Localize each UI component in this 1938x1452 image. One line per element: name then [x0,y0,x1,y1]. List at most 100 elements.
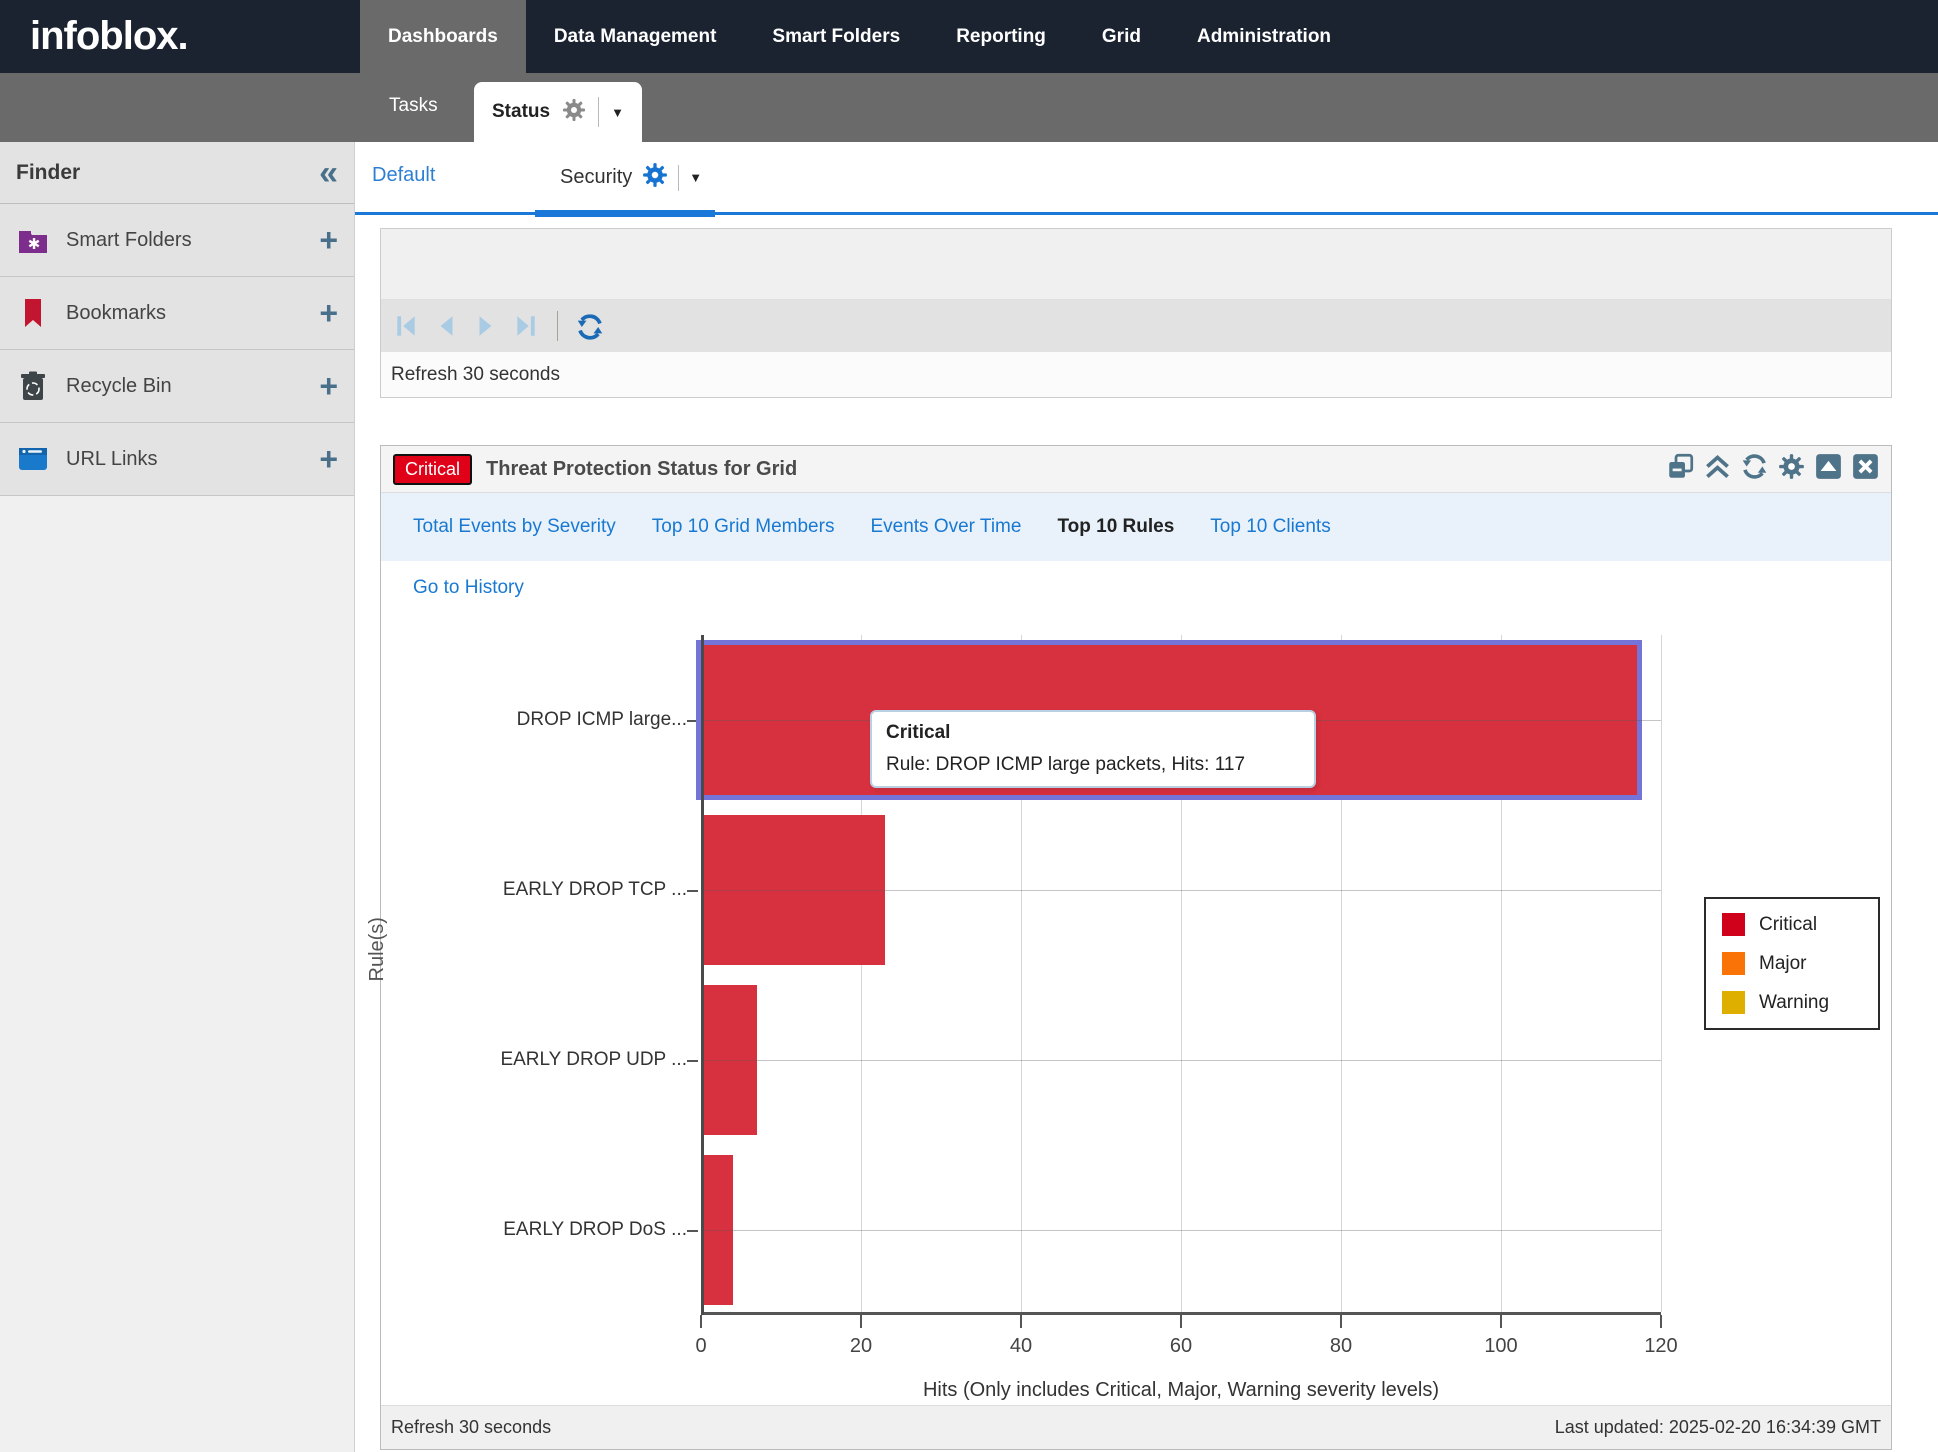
tab-default[interactable]: Default [372,164,435,187]
severity-badge: Critical [393,454,472,485]
widget-title: Threat Protection Status for Grid [486,458,1653,481]
nav-item-smart-folders[interactable]: Smart Folders [744,0,928,73]
add-icon[interactable]: + [319,222,338,259]
chevron-down-icon[interactable]: ▼ [689,170,702,185]
gridline-y [701,1060,1661,1061]
refresh-icon[interactable] [1741,453,1768,485]
widget-tab-total-events-by-severity[interactable]: Total Events by Severity [413,516,616,538]
refresh-icon[interactable] [576,313,602,339]
x-tick-label: 60 [1170,1335,1192,1358]
widget-tabs: Total Events by Severity Top 10 Grid Memb… [381,493,1891,561]
x-tick-label: 100 [1484,1335,1517,1358]
tab-status-label: Status [492,101,550,123]
legend-item-warning: Warning [1722,991,1862,1014]
tab-status[interactable]: Status ▼ [474,82,642,142]
divider [598,97,599,127]
widget-action-icons [1667,453,1879,485]
main-nav: DashboardsData ManagementSmart FoldersRe… [360,0,1359,73]
widget-tab-top-10-clients[interactable]: Top 10 Clients [1210,516,1330,538]
widget-tab-top-10-grid-members[interactable]: Top 10 Grid Members [652,516,835,538]
infoblox-logo: infoblox. [30,14,330,59]
pagination-toolbar [381,300,1891,352]
add-icon[interactable]: + [319,441,338,478]
chevron-down-icon[interactable]: ▼ [611,105,624,120]
first-page-icon[interactable] [393,313,419,339]
x-tick-label: 0 [695,1335,706,1358]
sidebar-item-url-links[interactable]: URL Links + [0,423,354,496]
legend-label: Major [1759,953,1807,975]
nav-item-grid[interactable]: Grid [1074,0,1169,73]
close-widget-icon[interactable] [1852,453,1879,485]
nav-item-reporting[interactable]: Reporting [928,0,1074,73]
sidebar-item-label: Recycle Bin [66,375,303,398]
legend-swatch [1722,991,1745,1014]
legend-item-critical: Critical [1722,913,1862,936]
y-axis-line [701,635,704,1315]
svg-text:✱: ✱ [28,236,41,253]
last-page-icon[interactable] [513,313,539,339]
x-tick-label: 20 [850,1335,872,1358]
x-tick-label: 120 [1644,1335,1677,1358]
upper-widget-body [381,229,1891,300]
nav-item-dashboards[interactable]: Dashboards [360,0,526,73]
refresh-status-text: Refresh 30 seconds [381,352,1891,397]
finder-header: Finder « [0,142,354,204]
x-tickmark [1500,1315,1502,1328]
category-label: EARLY DROP TCP ... [387,879,687,901]
x-tickmark [1020,1315,1022,1328]
y-axis-title: Rule(s) [366,917,389,981]
go-to-history-link[interactable]: Go to History [413,577,524,599]
sidebar-item-label: Bookmarks [66,302,303,325]
sidebar-item-smart-folders[interactable]: ✱Smart Folders+ [0,204,354,277]
x-tick-label: 40 [1010,1335,1032,1358]
x-tickmark [700,1315,702,1328]
nav-item-data-management[interactable]: Data Management [526,0,745,73]
gridline-y [701,1230,1661,1231]
x-tickmark [1660,1315,1662,1328]
tabs-underline [355,212,1938,215]
nav-item-administration[interactable]: Administration [1169,0,1359,73]
legend-item-major: Major [1722,952,1862,975]
refresh-status-text: Refresh 30 seconds [391,1417,551,1438]
sidebar-item-label: URL Links [66,448,303,471]
chart-legend: Critical Major Warning [1704,897,1880,1030]
smart-folders-icon: ✱ [16,223,50,257]
category-tick [687,720,698,722]
url-links-icon [16,442,50,476]
sidebar-item-bookmarks[interactable]: Bookmarks + [0,277,354,350]
x-tick-label: 80 [1330,1335,1352,1358]
collapse-all-icon[interactable] [1704,453,1731,485]
bookmarks-icon [16,296,50,330]
widget-footer: Refresh 30 seconds Last updated: 2025-02… [381,1405,1891,1449]
gear-icon[interactable] [642,162,668,193]
category-tick [687,1060,698,1062]
tooltip-title: Critical [886,722,1300,744]
x-axis: 020406080100120 [701,1315,1661,1375]
add-icon[interactable]: + [319,368,338,405]
category-tick [687,890,698,892]
x-tickmark [1340,1315,1342,1328]
threat-protection-widget: Critical Threat Protection Status for Gr… [380,445,1892,1450]
gear-icon[interactable] [562,98,586,127]
previous-page-icon[interactable] [433,313,459,339]
next-page-icon[interactable] [473,313,499,339]
tab-security[interactable]: Security ▼ [560,162,702,193]
minimize-widget-icon[interactable] [1815,453,1842,485]
divider [678,165,679,191]
add-icon[interactable]: + [319,295,338,332]
gear-icon[interactable] [1778,453,1805,485]
collapse-sidebar-icon[interactable]: « [319,156,338,190]
last-updated-text: Last updated: 2025-02-20 16:34:39 GMT [1555,1417,1881,1438]
finder-sidebar: Finder « ✱Smart Folders+Bookmarks+Recycl… [0,142,355,1452]
dashboard-view-tabs: Default Security ▼ [355,142,1938,215]
tab-security-label: Security [560,166,632,189]
widget-tab-events-over-time[interactable]: Events Over Time [870,516,1021,538]
category-tick [687,1230,698,1232]
widget-tab-top-10-rules[interactable]: Top 10 Rules [1057,516,1174,538]
chart-tooltip: Critical Rule: DROP ICMP large packets, … [870,710,1316,788]
finder-title: Finder [16,161,80,185]
sidebar-item-recycle-bin[interactable]: Recycle Bin + [0,350,354,423]
gridline-x-120 [1661,635,1662,1312]
tab-tasks[interactable]: Tasks [389,95,438,117]
copy-icon[interactable] [1667,453,1694,485]
